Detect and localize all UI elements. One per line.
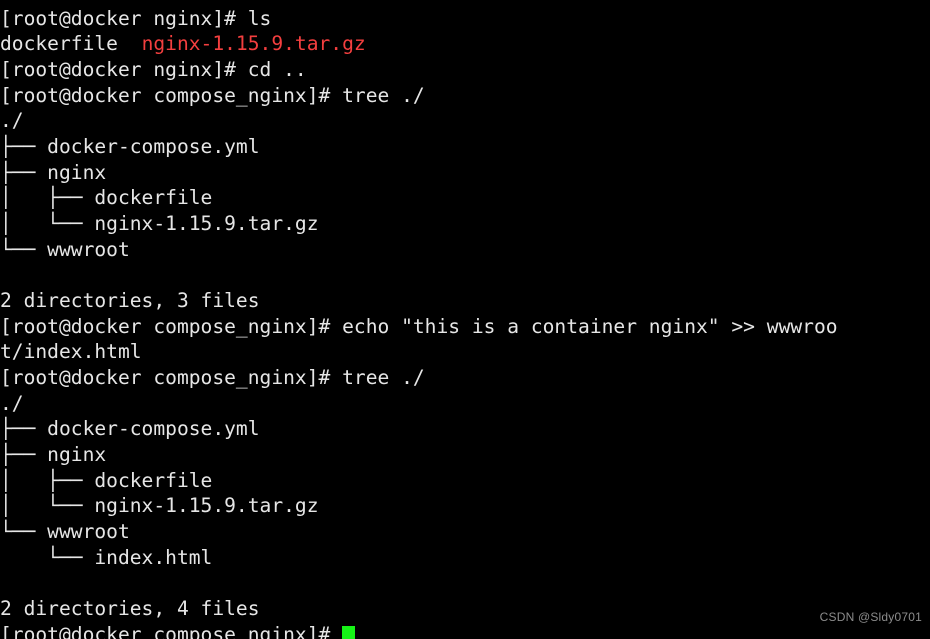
terminal-line-text: [root@docker compose_nginx]# echo "this …: [0, 314, 838, 338]
terminal-line: t/index.html: [0, 339, 930, 365]
terminal-line-text: ├── docker-compose.yml: [0, 135, 260, 159]
terminal-line-text: ├── nginx: [0, 160, 107, 184]
terminal-line-text: └── wwwroot: [0, 237, 130, 261]
terminal-line: [root@docker compose_nginx]# tree ./: [0, 365, 930, 391]
terminal-line-text: │ ├── dockerfile: [0, 186, 213, 210]
terminal-line: │ └── nginx-1.15.9.tar.gz: [0, 493, 930, 519]
terminal-line-text: ├── nginx: [0, 443, 107, 467]
terminal-line-text: [root@docker compose_nginx]#: [0, 622, 343, 639]
terminal-line: └── index.html: [0, 545, 930, 571]
terminal-line: [root@docker compose_nginx]# echo "this …: [0, 314, 930, 340]
terminal-line-text: t/index.html: [0, 340, 142, 364]
terminal-line: 2 directories, 4 files: [0, 596, 930, 622]
csdn-watermark: CSDN @Sldy0701: [819, 610, 922, 624]
terminal-line-text: [root@docker nginx]# cd ..: [0, 58, 307, 82]
terminal-line: [root@docker nginx]# ls: [0, 6, 930, 32]
archive-filename: nginx-1.15.9.tar.gz: [141, 32, 366, 56]
terminal-line: │ └── nginx-1.15.9.tar.gz: [0, 211, 930, 237]
terminal-line: └── wwwroot: [0, 237, 930, 263]
terminal-line-text: [root@docker nginx]# ls: [0, 6, 272, 30]
terminal-line-text: [root@docker compose_nginx]# tree ./: [0, 83, 425, 107]
terminal-line-text: 2 directories, 4 files: [0, 597, 260, 621]
terminal-line-text: │ ├── dockerfile: [0, 468, 213, 492]
terminal-line-text: [root@docker compose_nginx]# tree ./: [0, 366, 425, 390]
terminal-line: ./: [0, 108, 930, 134]
terminal-line: [root@docker compose_nginx]#: [0, 622, 930, 639]
terminal-line: ├── nginx: [0, 442, 930, 468]
terminal-cursor: [342, 625, 356, 639]
terminal-window[interactable]: [root@docker nginx]# ls dockerfile nginx-…: [0, 0, 930, 639]
terminal-line-text: │ └── nginx-1.15.9.tar.gz: [0, 212, 319, 236]
terminal-line-text: ./: [0, 109, 24, 133]
terminal-line: ├── docker-compose.yml: [0, 416, 930, 442]
terminal-line-text: 2 directories, 3 files: [0, 289, 260, 313]
terminal-line: [root@docker compose_nginx]# tree ./: [0, 83, 930, 109]
terminal-line: ├── nginx: [0, 160, 930, 186]
terminal-output-area[interactable]: [root@docker nginx]# ls dockerfile nginx-…: [0, 0, 930, 639]
terminal-line-text: ├── docker-compose.yml: [0, 417, 260, 441]
terminal-line: dockerfile nginx-1.15.9.tar.gz: [0, 31, 930, 57]
terminal-line-text: └── index.html: [0, 545, 213, 569]
terminal-line-text: └── wwwroot: [0, 520, 130, 544]
terminal-line: │ ├── dockerfile: [0, 185, 930, 211]
terminal-line-text: │ └── nginx-1.15.9.tar.gz: [0, 494, 319, 518]
terminal-line-text: dockerfile: [0, 32, 142, 56]
terminal-line: ./: [0, 391, 930, 417]
terminal-line: [root@docker nginx]# cd ..: [0, 57, 930, 83]
terminal-line: └── wwwroot: [0, 519, 930, 545]
terminal-line: ├── docker-compose.yml: [0, 134, 930, 160]
terminal-line-text: ./: [0, 391, 24, 415]
terminal-line: │ ├── dockerfile: [0, 468, 930, 494]
terminal-line: 2 directories, 3 files: [0, 288, 930, 314]
